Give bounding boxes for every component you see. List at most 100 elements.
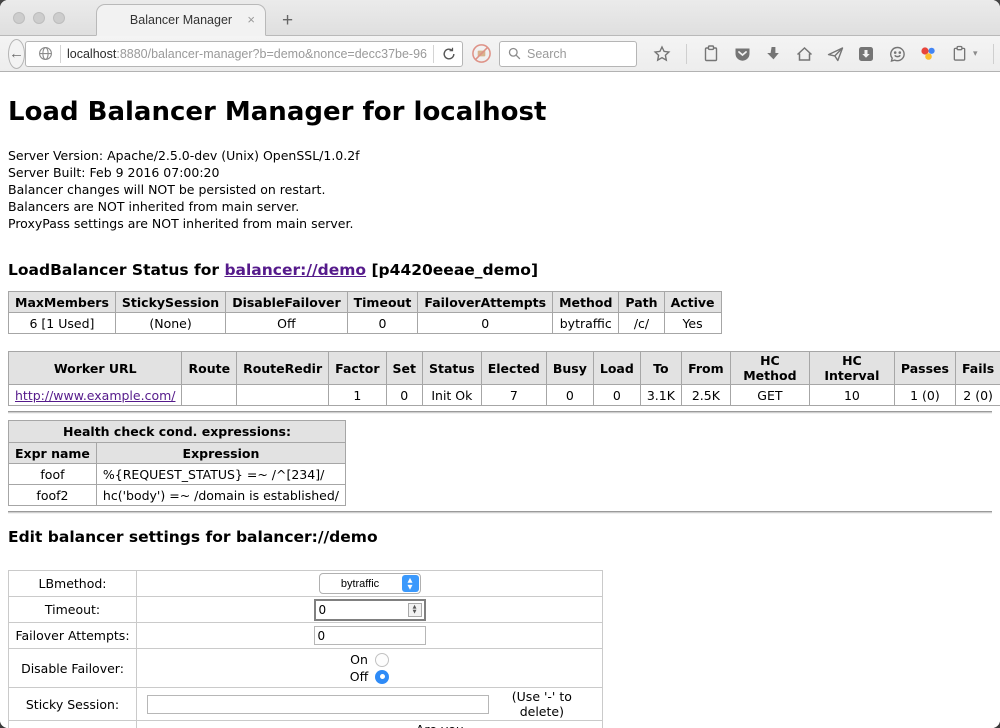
new-tab-button[interactable]: + <box>282 11 293 30</box>
table-cell: 1 <box>329 385 386 406</box>
table-cell <box>182 385 237 406</box>
reload-icon[interactable] <box>440 45 458 63</box>
table-cell: GET <box>730 385 809 406</box>
toolbar-icons: ▾ <box>653 44 1000 64</box>
urlbar-divider <box>60 45 61 63</box>
column-header: RouteRedir <box>237 352 329 385</box>
radio-off[interactable] <box>375 670 389 684</box>
balancer-status-table: MaxMembersStickySessionDisableFailoverTi… <box>8 291 722 334</box>
worker-url-link[interactable]: http://www.example.com/ <box>15 388 175 403</box>
timeout-row: Timeout: ▲▼ <box>9 597 603 623</box>
table-cell: foof <box>9 464 97 485</box>
balancer-status-heading: LoadBalancer Status for balancer://demo … <box>8 261 992 279</box>
sticky-session-note: (Use '-' to delete) <box>489 689 595 719</box>
column-header: DisableFailover <box>226 292 347 313</box>
site-identity-globe-icon[interactable] <box>36 45 54 63</box>
column-header: Status <box>423 352 482 385</box>
table-row: foof2hc('body') =~ /domain is establishe… <box>9 485 346 506</box>
sticky-session-label: Sticky Session: <box>9 688 137 721</box>
table-row: 6 [1 Used](None)Off00bytraffic/c/Yes <box>9 313 722 334</box>
column-header: Factor <box>329 352 386 385</box>
url-path: :8880/balancer-manager?b=demo&nonce=decc… <box>116 47 427 61</box>
column-header: Timeout <box>347 292 418 313</box>
home-icon[interactable] <box>795 45 813 63</box>
bookmark-star-icon[interactable] <box>653 45 671 63</box>
balancer-demo-link[interactable]: balancer://demo <box>224 261 366 279</box>
number-spinner-icon[interactable]: ▲▼ <box>408 603 422 617</box>
downloads-icon[interactable] <box>764 45 782 63</box>
edit-settings-heading: Edit balancer settings for balancer://de… <box>8 528 992 546</box>
page-content: Load Balancer Manager for localhost Serv… <box>0 72 1000 728</box>
proxypass-note-line: ProxyPass settings are NOT inherited fro… <box>8 215 992 232</box>
back-button[interactable]: ← <box>8 39 25 69</box>
tab-close-icon[interactable]: × <box>247 12 255 27</box>
table-cell: (None) <box>115 313 225 334</box>
column-header: HC Method <box>730 352 809 385</box>
worker-status-table: Worker URLRouteRouteRedirFactorSetStatus… <box>8 351 1000 406</box>
timeout-input-field[interactable] <box>316 602 408 617</box>
search-placeholder: Search <box>527 47 567 61</box>
timeout-label: Timeout: <box>9 597 137 623</box>
navigation-toolbar: ← localhost:8880/balancer-manager?b=demo… <box>0 36 1000 72</box>
pocket-icon[interactable] <box>733 45 751 63</box>
save-to-device-icon[interactable] <box>857 45 875 63</box>
clipboard-icon[interactable] <box>702 45 720 63</box>
feedback-smiley-icon[interactable] <box>888 45 906 63</box>
table-cell: 3.1K <box>640 385 681 406</box>
radio-off-label: Off <box>350 669 368 684</box>
table-cell: bytraffic <box>553 313 619 334</box>
column-header: Fails <box>955 352 1000 385</box>
column-header: Path <box>619 292 664 313</box>
table-row: foof%{REQUEST_STATUS} =~ /^[234]/ <box>9 464 346 485</box>
table-cell: 0 <box>347 313 418 334</box>
select-stepper-icon: ▲▼ <box>402 575 419 592</box>
server-version-line: Server Version: Apache/2.5.0-dev (Unix) … <box>8 147 992 164</box>
window-close-button[interactable] <box>13 12 25 24</box>
table-cell: Yes <box>664 313 721 334</box>
column-header: Elected <box>481 352 546 385</box>
table-cell: 10 <box>809 385 894 406</box>
table-cell: 7 <box>481 385 546 406</box>
search-bar[interactable]: Search <box>499 41 637 67</box>
lbmethod-label: LBmethod: <box>9 571 137 597</box>
toolbar-divider <box>993 44 994 64</box>
column-header: HC Interval <box>809 352 894 385</box>
table-cell: 2.5K <box>681 385 730 406</box>
urlbar-divider <box>433 45 434 63</box>
table-cell: %{REQUEST_STATUS} =~ /^[234]/ <box>96 464 345 485</box>
colored-dots-icon[interactable] <box>919 45 937 63</box>
tab-balancer-manager[interactable]: Balancer Manager × <box>96 4 266 36</box>
window-controls <box>13 12 65 24</box>
search-icon <box>508 47 521 60</box>
balancer-settings-form: LBmethod: bytraffic ▲▼ Timeout: ▲▼ <box>8 570 992 728</box>
window-minimize-button[interactable] <box>33 12 45 24</box>
chevron-down-icon[interactable]: ▾ <box>973 48 978 59</box>
browser-window: Balancer Manager × + ← localhost:8880/ba… <box>0 0 1000 728</box>
column-header: StickySession <box>115 292 225 313</box>
column-header: Expression <box>96 443 345 464</box>
add-worker-label: Add New Worker: <box>9 721 137 728</box>
send-plane-icon[interactable] <box>826 45 844 63</box>
sticky-session-input[interactable] <box>147 695 489 714</box>
failover-attempts-row: Failover Attempts: <box>9 623 603 649</box>
failover-attempts-label: Failover Attempts: <box>9 623 137 649</box>
tab-title: Balancer Manager <box>130 13 232 27</box>
window-zoom-button[interactable] <box>53 12 65 24</box>
table-cell: 6 [1 Used] <box>9 313 116 334</box>
column-header: Route <box>182 352 237 385</box>
failover-attempts-input[interactable] <box>314 626 426 645</box>
section-divider <box>8 411 992 414</box>
plugin-blocked-icon[interactable] <box>470 43 492 65</box>
table-cell <box>237 385 329 406</box>
table-cell: http://www.example.com/ <box>9 385 182 406</box>
url-text[interactable]: localhost:8880/balancer-manager?b=demo&n… <box>67 47 427 61</box>
column-header: Load <box>593 352 640 385</box>
toolbar-divider <box>686 44 687 64</box>
url-bar[interactable]: localhost:8880/balancer-manager?b=demo&n… <box>25 41 463 67</box>
table-cell: 2 (0) <box>955 385 1000 406</box>
timeout-input[interactable]: ▲▼ <box>314 599 426 621</box>
column-header: Method <box>553 292 619 313</box>
lbmethod-select[interactable]: bytraffic ▲▼ <box>319 573 421 594</box>
sidebar-clipboard-icon[interactable] <box>950 45 968 63</box>
radio-on[interactable] <box>375 653 389 667</box>
